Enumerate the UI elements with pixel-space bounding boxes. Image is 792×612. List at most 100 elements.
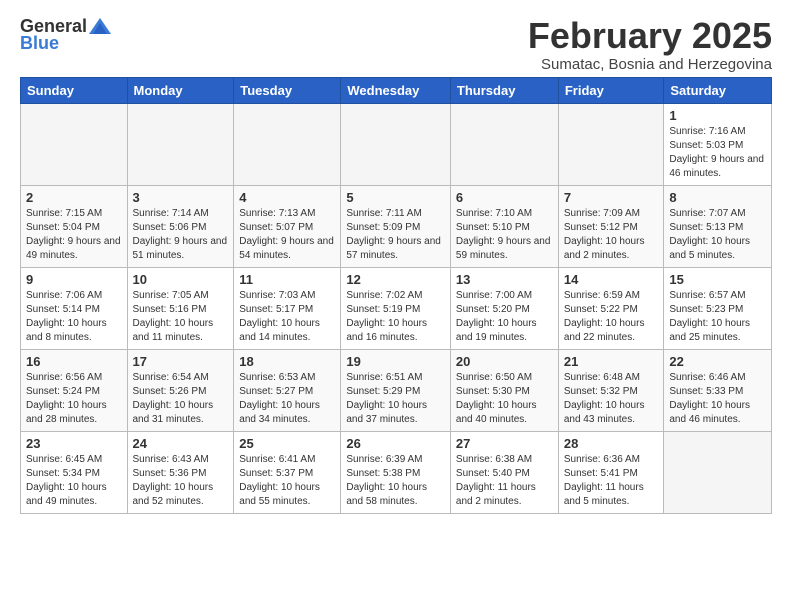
table-row: 10 Sunrise: 7:05 AM Sunset: 5:16 PM Dayli… [127, 267, 234, 349]
day-info: Sunrise: 6:41 AM Sunset: 5:37 PM Dayligh… [239, 453, 335, 509]
table-row: 28 Sunrise: 6:36 AM Sunset: 5:41 PM Dayli… [558, 431, 664, 513]
calendar-week-row: 23 Sunrise: 6:45 AM Sunset: 5:34 PM Dayli… [21, 431, 772, 513]
day-number: 13 [456, 272, 553, 287]
day-info: Sunrise: 7:15 AM Sunset: 5:04 PM Dayligh… [26, 207, 122, 263]
table-row: 7 Sunrise: 7:09 AM Sunset: 5:12 PM Daylig… [558, 185, 664, 267]
day-info: Sunrise: 6:38 AM Sunset: 5:40 PM Dayligh… [456, 453, 553, 509]
day-number: 26 [346, 436, 445, 451]
day-number: 2 [26, 190, 122, 205]
day-number: 23 [26, 436, 122, 451]
table-row: 24 Sunrise: 6:43 AM Sunset: 5:36 PM Dayli… [127, 431, 234, 513]
table-row: 1 Sunrise: 7:16 AM Sunset: 5:03 PM Daylig… [664, 103, 772, 185]
day-info: Sunrise: 6:46 AM Sunset: 5:33 PM Dayligh… [669, 371, 766, 427]
page: General Blue February 2025 Sumatac, Bosn… [0, 0, 792, 524]
day-info: Sunrise: 7:06 AM Sunset: 5:14 PM Dayligh… [26, 289, 122, 345]
table-row [664, 431, 772, 513]
day-info: Sunrise: 6:39 AM Sunset: 5:38 PM Dayligh… [346, 453, 445, 509]
day-number: 12 [346, 272, 445, 287]
day-number: 17 [133, 354, 229, 369]
day-info: Sunrise: 7:05 AM Sunset: 5:16 PM Dayligh… [133, 289, 229, 345]
table-row: 22 Sunrise: 6:46 AM Sunset: 5:33 PM Dayli… [664, 349, 772, 431]
table-row: 9 Sunrise: 7:06 AM Sunset: 5:14 PM Daylig… [21, 267, 128, 349]
day-number: 5 [346, 190, 445, 205]
day-number: 25 [239, 436, 335, 451]
table-row: 2 Sunrise: 7:15 AM Sunset: 5:04 PM Daylig… [21, 185, 128, 267]
table-row [21, 103, 128, 185]
table-row [558, 103, 664, 185]
logo-icon [89, 18, 111, 34]
table-row: 8 Sunrise: 7:07 AM Sunset: 5:13 PM Daylig… [664, 185, 772, 267]
table-row: 16 Sunrise: 6:56 AM Sunset: 5:24 PM Dayli… [21, 349, 128, 431]
day-info: Sunrise: 7:10 AM Sunset: 5:10 PM Dayligh… [456, 207, 553, 263]
location-subtitle: Sumatac, Bosnia and Herzegovina [528, 56, 772, 73]
table-row [341, 103, 451, 185]
day-number: 21 [564, 354, 659, 369]
day-info: Sunrise: 7:00 AM Sunset: 5:20 PM Dayligh… [456, 289, 553, 345]
day-number: 27 [456, 436, 553, 451]
day-number: 15 [669, 272, 766, 287]
table-row: 5 Sunrise: 7:11 AM Sunset: 5:09 PM Daylig… [341, 185, 451, 267]
day-info: Sunrise: 6:54 AM Sunset: 5:26 PM Dayligh… [133, 371, 229, 427]
day-number: 18 [239, 354, 335, 369]
day-info: Sunrise: 6:45 AM Sunset: 5:34 PM Dayligh… [26, 453, 122, 509]
col-tuesday: Tuesday [234, 77, 341, 103]
day-info: Sunrise: 6:53 AM Sunset: 5:27 PM Dayligh… [239, 371, 335, 427]
col-wednesday: Wednesday [341, 77, 451, 103]
table-row: 23 Sunrise: 6:45 AM Sunset: 5:34 PM Dayli… [21, 431, 128, 513]
day-info: Sunrise: 6:43 AM Sunset: 5:36 PM Dayligh… [133, 453, 229, 509]
day-number: 10 [133, 272, 229, 287]
day-number: 1 [669, 108, 766, 123]
day-info: Sunrise: 6:36 AM Sunset: 5:41 PM Dayligh… [564, 453, 659, 509]
table-row: 27 Sunrise: 6:38 AM Sunset: 5:40 PM Dayli… [450, 431, 558, 513]
calendar-week-row: 2 Sunrise: 7:15 AM Sunset: 5:04 PM Daylig… [21, 185, 772, 267]
day-number: 3 [133, 190, 229, 205]
table-row: 14 Sunrise: 6:59 AM Sunset: 5:22 PM Dayli… [558, 267, 664, 349]
table-row: 18 Sunrise: 6:53 AM Sunset: 5:27 PM Dayli… [234, 349, 341, 431]
col-sunday: Sunday [21, 77, 128, 103]
day-info: Sunrise: 6:50 AM Sunset: 5:30 PM Dayligh… [456, 371, 553, 427]
table-row: 13 Sunrise: 7:00 AM Sunset: 5:20 PM Dayli… [450, 267, 558, 349]
day-info: Sunrise: 6:48 AM Sunset: 5:32 PM Dayligh… [564, 371, 659, 427]
day-number: 16 [26, 354, 122, 369]
day-info: Sunrise: 7:16 AM Sunset: 5:03 PM Dayligh… [669, 125, 766, 181]
day-number: 19 [346, 354, 445, 369]
table-row: 17 Sunrise: 6:54 AM Sunset: 5:26 PM Dayli… [127, 349, 234, 431]
day-info: Sunrise: 7:09 AM Sunset: 5:12 PM Dayligh… [564, 207, 659, 263]
day-info: Sunrise: 6:57 AM Sunset: 5:23 PM Dayligh… [669, 289, 766, 345]
table-row: 6Sunrise: 7:10 AM Sunset: 5:10 PM Daylig… [450, 185, 558, 267]
col-friday: Friday [558, 77, 664, 103]
calendar-week-row: 16 Sunrise: 6:56 AM Sunset: 5:24 PM Dayli… [21, 349, 772, 431]
day-number: 8 [669, 190, 766, 205]
day-number: 11 [239, 272, 335, 287]
day-number: 22 [669, 354, 766, 369]
table-row: 12 Sunrise: 7:02 AM Sunset: 5:19 PM Dayli… [341, 267, 451, 349]
calendar-week-row: 9 Sunrise: 7:06 AM Sunset: 5:14 PM Daylig… [21, 267, 772, 349]
col-monday: Monday [127, 77, 234, 103]
day-info: Sunrise: 7:13 AM Sunset: 5:07 PM Dayligh… [239, 207, 335, 263]
table-row: 25 Sunrise: 6:41 AM Sunset: 5:37 PM Dayli… [234, 431, 341, 513]
logo-blue: Blue [20, 33, 59, 54]
day-info: Sunrise: 7:02 AM Sunset: 5:19 PM Dayligh… [346, 289, 445, 345]
calendar-week-row: 1 Sunrise: 7:16 AM Sunset: 5:03 PM Daylig… [21, 103, 772, 185]
day-number: 20 [456, 354, 553, 369]
title-block: February 2025 Sumatac, Bosnia and Herzeg… [528, 16, 772, 73]
table-row [450, 103, 558, 185]
day-number: 24 [133, 436, 229, 451]
day-number: 9 [26, 272, 122, 287]
day-number: 14 [564, 272, 659, 287]
day-info: Sunrise: 7:03 AM Sunset: 5:17 PM Dayligh… [239, 289, 335, 345]
logo: General Blue [20, 16, 111, 54]
month-title: February 2025 [528, 16, 772, 56]
table-row: 11 Sunrise: 7:03 AM Sunset: 5:17 PM Dayli… [234, 267, 341, 349]
table-row: 20 Sunrise: 6:50 AM Sunset: 5:30 PM Dayli… [450, 349, 558, 431]
day-number: 7 [564, 190, 659, 205]
table-row: 4Sunrise: 7:13 AM Sunset: 5:07 PM Daylig… [234, 185, 341, 267]
table-row: 3Sunrise: 7:14 AM Sunset: 5:06 PM Daylig… [127, 185, 234, 267]
day-info: Sunrise: 7:07 AM Sunset: 5:13 PM Dayligh… [669, 207, 766, 263]
day-info: Sunrise: 7:11 AM Sunset: 5:09 PM Dayligh… [346, 207, 445, 263]
table-row [234, 103, 341, 185]
header: General Blue February 2025 Sumatac, Bosn… [20, 16, 772, 73]
day-number: 28 [564, 436, 659, 451]
day-info: Sunrise: 6:56 AM Sunset: 5:24 PM Dayligh… [26, 371, 122, 427]
day-info: Sunrise: 6:59 AM Sunset: 5:22 PM Dayligh… [564, 289, 659, 345]
